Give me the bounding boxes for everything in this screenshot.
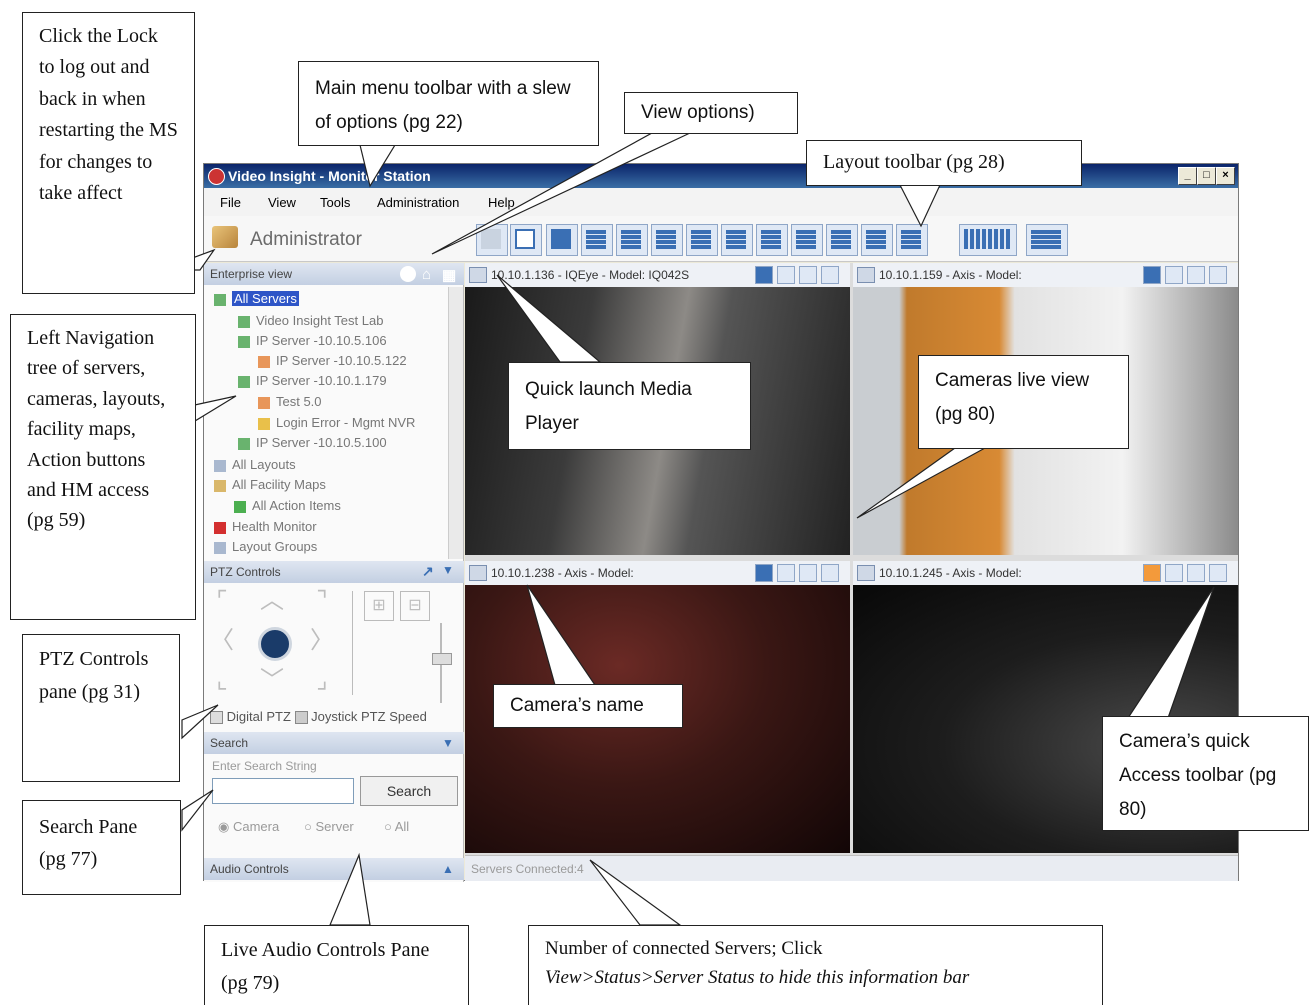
callout-servers-connected: Number of connected Servers; Click View>… [528, 925, 1103, 1005]
callout-quick-access: Camera’s quick Access toolbar (pg 80) [1102, 716, 1309, 831]
pointer-quick-access [1126, 586, 1215, 719]
callout-audio-controls: Live Audio Controls Pane (pg 79) [204, 925, 469, 1005]
callout-quick-launch: Quick launch Media Player [508, 362, 751, 450]
pointer-camera-name [526, 584, 597, 686]
callout-camera-name: Camera’s name [493, 684, 683, 728]
callout-ptz-controls: PTZ Controls pane (pg 31) [22, 634, 180, 782]
callout-servers-line-1: Number of connected Servers; Click [545, 938, 823, 959]
callout-view-options: View options) [624, 92, 798, 134]
callout-servers-line-2: View>Status>Server Status to hide this i… [545, 967, 970, 989]
callout-lock: Click the Lock to log out and back in wh… [22, 12, 195, 294]
pointer-menu [359, 144, 397, 188]
pointer-audio [329, 852, 371, 926]
callout-layout-toolbar: Layout toolbar (pg 28) [806, 140, 1082, 186]
pointer-servers [589, 859, 682, 926]
pointer-search [181, 789, 214, 832]
callout-left-navigation: Left Navigation tree of servers, cameras… [10, 314, 196, 620]
pointer-view-options [431, 132, 691, 255]
pointer-left-nav [189, 395, 237, 426]
callout-live-view: Cameras live view (pg 80) [918, 355, 1129, 449]
pointer-live-view [856, 447, 986, 519]
callout-pointers [159, 132, 1215, 926]
callout-main-menu: Main menu toolbar with a slew of options… [298, 61, 599, 146]
callout-search-pane: Search Pane (pg 77) [22, 800, 181, 895]
pointer-quick-launch [496, 274, 602, 363]
pointer-layout [899, 184, 941, 228]
pointer-ptz [181, 704, 219, 740]
